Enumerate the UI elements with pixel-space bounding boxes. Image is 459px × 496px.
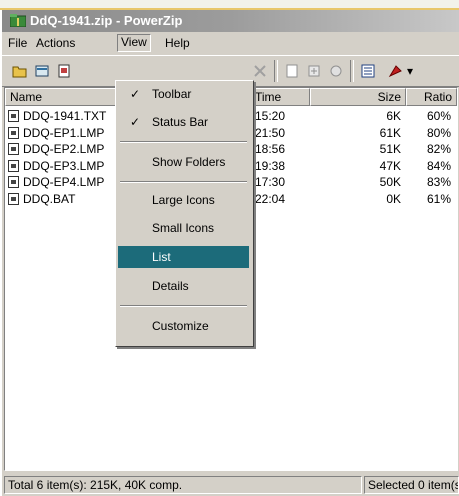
column-header-ratio[interactable]: Ratio xyxy=(406,88,457,106)
menu-separator xyxy=(120,181,247,183)
menu-separator xyxy=(120,305,247,307)
menu-help[interactable]: Help xyxy=(165,36,190,50)
file-icon xyxy=(8,143,19,155)
menu-view[interactable]: View xyxy=(117,34,151,52)
window-title: DdQ-1941.zip - PowerZip xyxy=(30,13,183,28)
view-style-icon[interactable] xyxy=(360,63,376,79)
test-icon[interactable] xyxy=(328,63,344,79)
file-size: 51K xyxy=(379,142,401,156)
file-ratio: 60% xyxy=(426,109,451,123)
top-decoration-strip xyxy=(0,0,459,10)
menu-file[interactable]: File xyxy=(8,36,27,50)
menu-separator xyxy=(120,141,247,143)
file-name: DDQ.BAT xyxy=(23,191,76,206)
toolbar-separator xyxy=(274,60,278,82)
view-menu-dropdown: ✓ Toolbar ✓ Status Bar Show Folders Larg… xyxy=(115,80,254,347)
menu-item-show-folders[interactable]: Show Folders xyxy=(118,151,249,173)
file-size: 6K xyxy=(386,109,401,123)
menu-bar: File Actions View Help xyxy=(2,33,459,53)
checkmark-icon: ✓ xyxy=(130,87,141,101)
file-time: 22:04 xyxy=(255,191,286,206)
file-name: DDQ-EP1.LMP xyxy=(23,125,105,140)
menu-item-list[interactable]: List xyxy=(118,246,249,268)
column-header-time[interactable]: Time xyxy=(250,88,310,106)
file-ratio: 82% xyxy=(426,142,451,156)
menu-item-customize[interactable]: Customize xyxy=(118,315,249,337)
file-name: DDQ-EP2.LMP xyxy=(23,142,105,156)
file-ratio: 83% xyxy=(426,175,451,189)
status-bar: Total 6 item(s): 215K, 40K comp. Selecte… xyxy=(2,472,459,496)
status-total: Total 6 item(s): 215K, 40K comp. xyxy=(4,476,362,494)
close-icon[interactable] xyxy=(252,63,268,79)
file-ratio: 80% xyxy=(426,125,451,140)
file-icon xyxy=(8,159,19,172)
menu-item-small-icons[interactable]: Small Icons xyxy=(118,217,249,239)
menu-actions[interactable]: Actions xyxy=(36,36,75,50)
chevron-down-icon[interactable]: ▾ xyxy=(407,64,413,78)
zip-archive-icon xyxy=(10,14,26,27)
status-selected: Selected 0 item(s) xyxy=(364,476,459,494)
favorites-icon[interactable] xyxy=(56,63,72,79)
open-folder-icon[interactable] xyxy=(12,63,28,79)
file-time: 19:38 xyxy=(255,158,286,173)
file-icon xyxy=(8,126,19,139)
file-time: 17:30 xyxy=(255,175,286,189)
file-size: 0K xyxy=(386,191,401,206)
menu-item-status-bar[interactable]: ✓ Status Bar xyxy=(118,111,249,133)
file-size: 47K xyxy=(379,158,401,173)
file-time: 15:20 xyxy=(255,109,286,123)
file-time: 18:56 xyxy=(255,142,286,156)
file-name: DDQ-EP4.LMP xyxy=(23,175,105,189)
powerzip-window: DdQ-1941.zip - PowerZip File Actions Vie… xyxy=(2,10,459,496)
add-icon[interactable] xyxy=(306,63,322,79)
file-name: DDQ-1941.TXT xyxy=(23,109,107,123)
file-ratio: 61% xyxy=(426,191,451,206)
title-bar[interactable]: DdQ-1941.zip - PowerZip xyxy=(2,10,459,32)
new-archive-icon[interactable] xyxy=(34,63,50,79)
file-icon xyxy=(8,192,19,205)
menu-item-toolbar[interactable]: ✓ Toolbar xyxy=(118,83,249,105)
extract-icon[interactable] xyxy=(284,63,300,79)
checkmark-icon: ✓ xyxy=(130,115,141,129)
menu-item-details[interactable]: Details xyxy=(118,275,249,297)
menu-item-large-icons[interactable]: Large Icons xyxy=(118,189,249,211)
file-ratio: 84% xyxy=(426,158,451,173)
file-time: 21:50 xyxy=(255,125,286,140)
file-size: 50K xyxy=(379,175,401,189)
wizard-icon[interactable] xyxy=(388,63,404,79)
file-icon xyxy=(8,110,19,122)
file-size: 61K xyxy=(379,125,401,140)
toolbar-separator xyxy=(350,60,354,82)
file-icon xyxy=(8,176,19,188)
file-name: DDQ-EP3.LMP xyxy=(23,158,105,173)
column-header-size[interactable]: Size xyxy=(310,88,406,106)
